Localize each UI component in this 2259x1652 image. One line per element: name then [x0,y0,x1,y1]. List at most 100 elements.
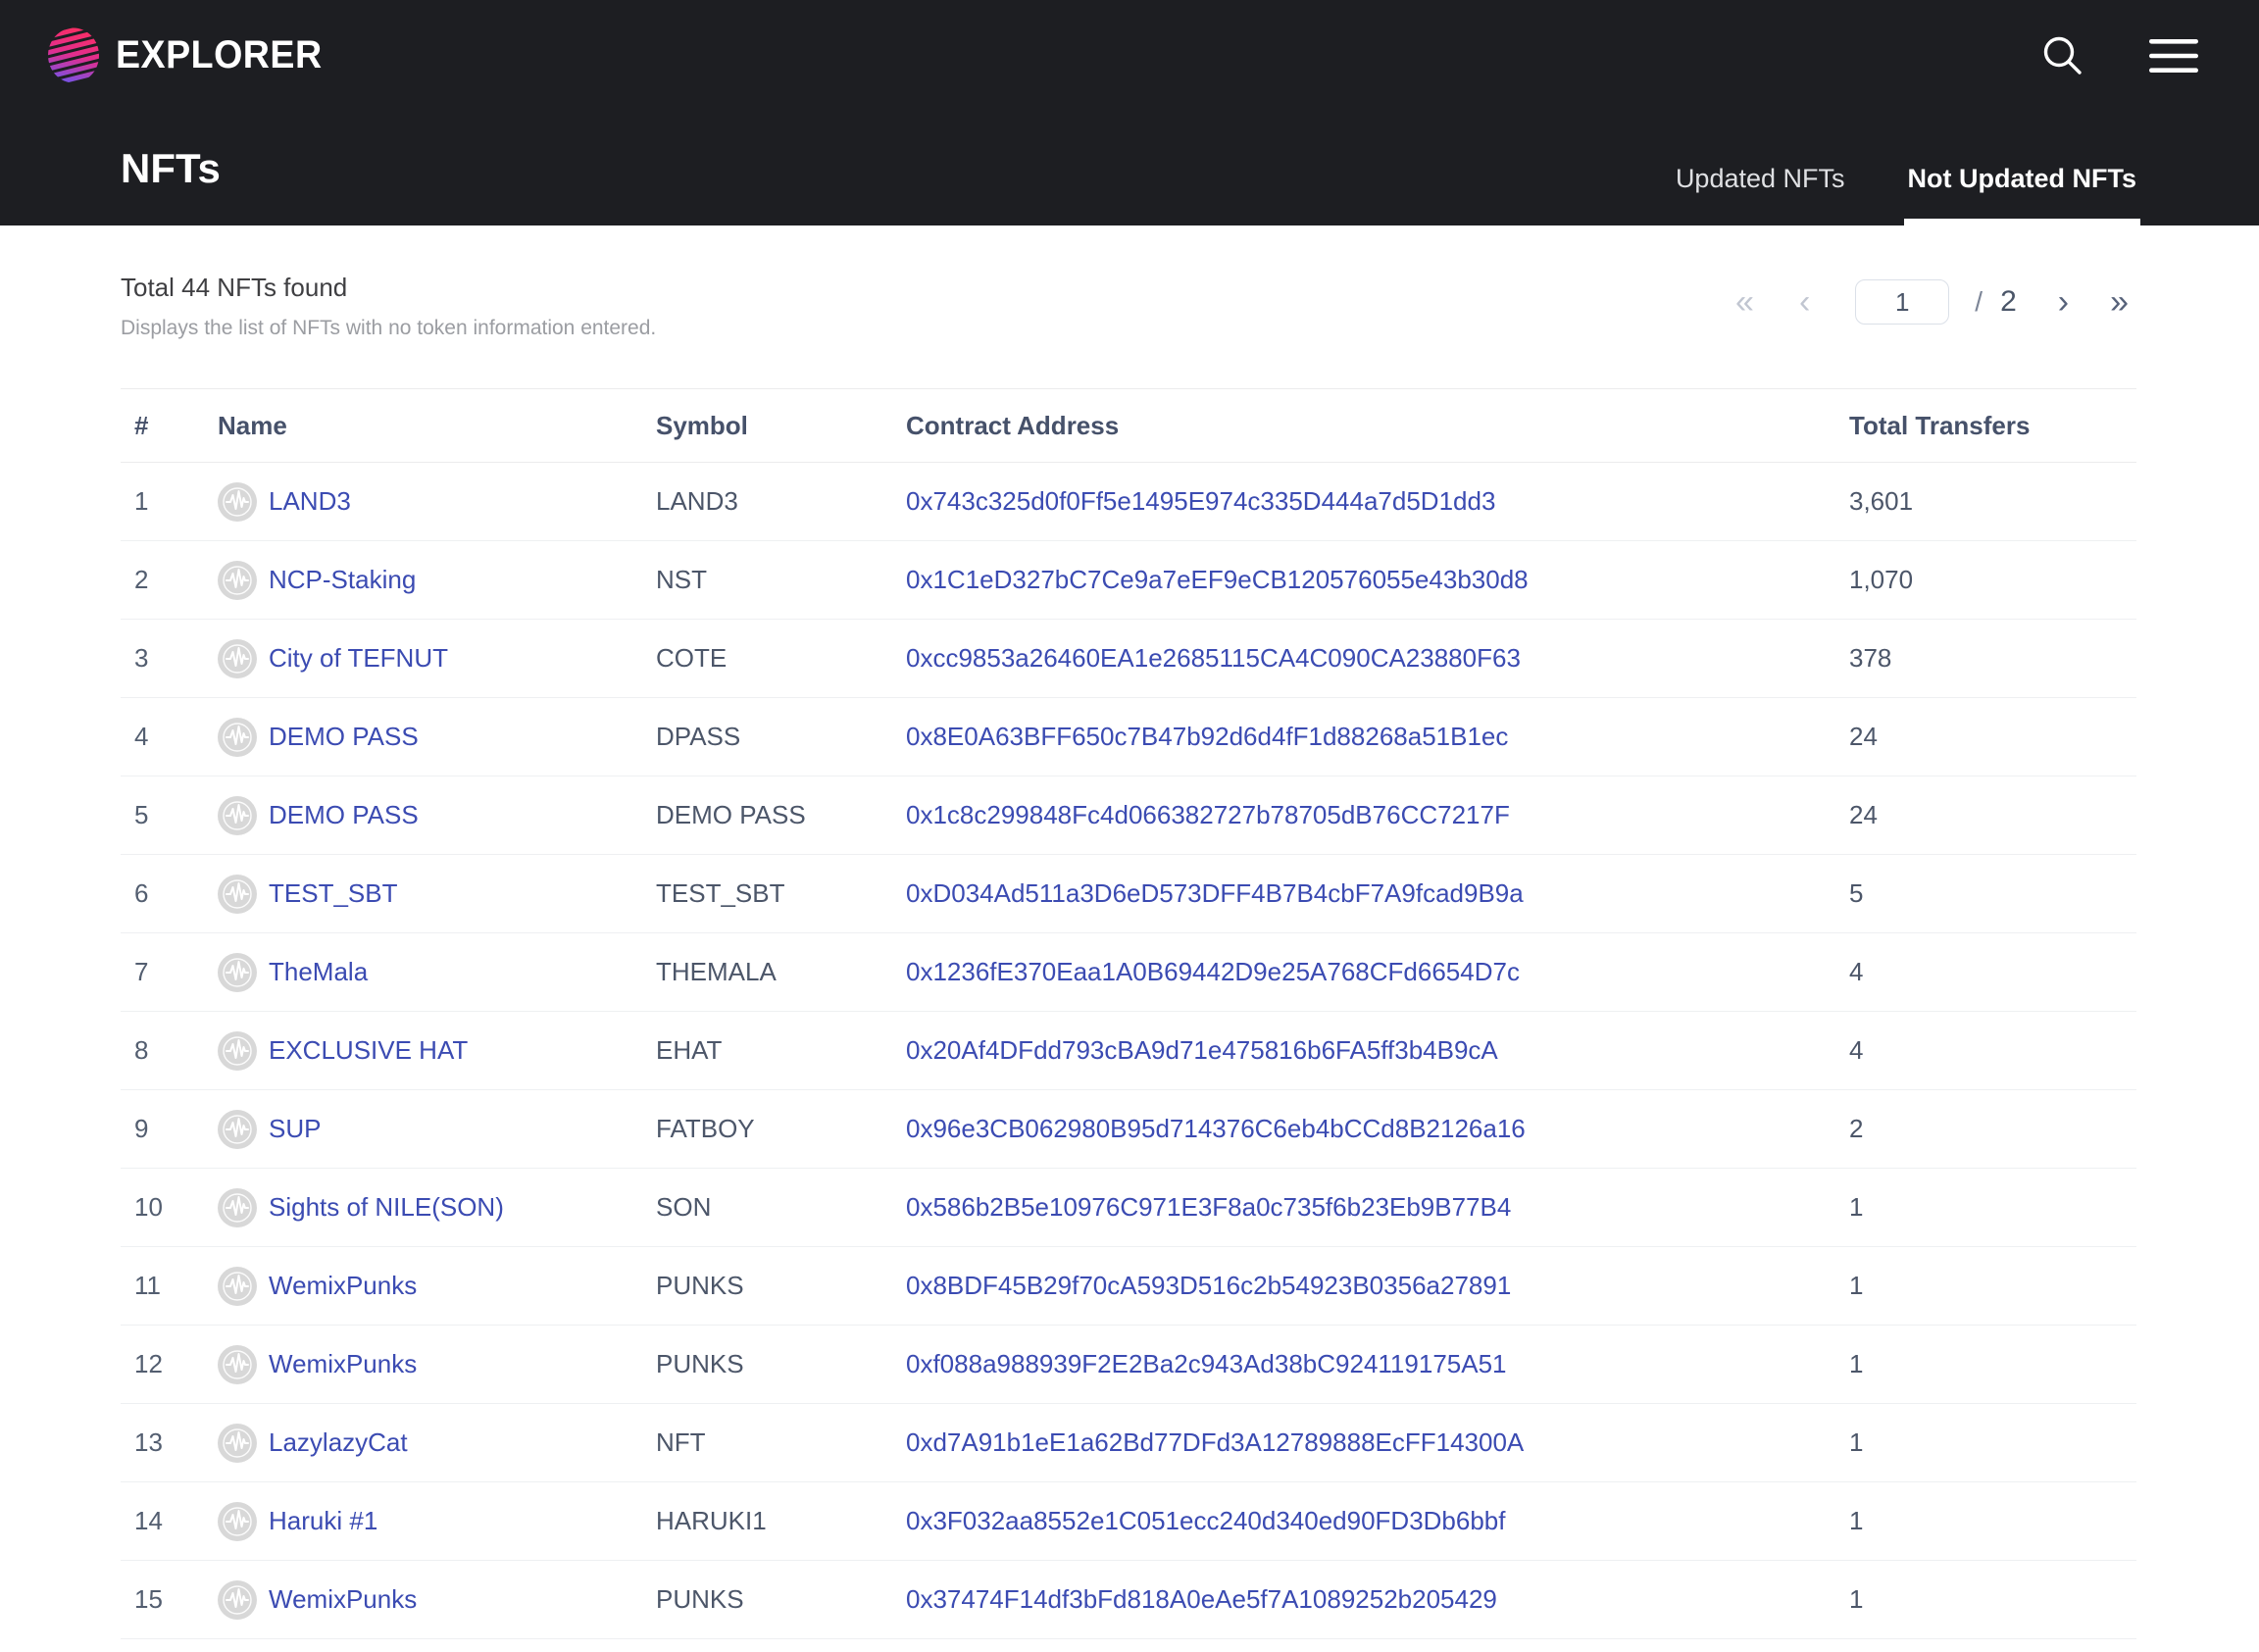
nft-placeholder-icon [218,1580,257,1620]
tab-not-updated-nfts[interactable]: Not Updated NFTs [1908,131,2136,225]
row-index: 11 [121,1271,218,1301]
name-cell: Sights of NILE(SON) [218,1188,656,1227]
contract-address-link[interactable]: 0x37474F14df3bFd818A0eAe5f7A1089252b2054… [906,1584,1497,1614]
name-cell: TEST_SBT [218,875,656,914]
nft-name-link[interactable]: Sights of NILE(SON) [269,1192,504,1223]
search-button[interactable] [2039,32,2086,79]
table-row: 13 LazylazyCat NFT 0xd7A91b1eE1a62Bd77DF… [121,1404,2136,1482]
nft-name-link[interactable]: LazylazyCat [269,1427,408,1458]
contract-address-link[interactable]: 0x96e3CB062980B95d714376C6eb4bCCd8B2126a… [906,1114,1526,1143]
page-separator: / [1975,286,1983,318]
row-index: 4 [121,722,218,752]
nft-name-link[interactable]: WemixPunks [269,1349,417,1379]
symbol-cell: DEMO PASS [656,800,906,830]
nft-name-link[interactable]: SUP [269,1114,321,1144]
total-transfers-cell: 1 [1849,1271,2136,1301]
nft-placeholder-icon [218,796,257,835]
column-header-total-transfers: Total Transfers [1849,411,2136,441]
nft-table: # Name Symbol Contract Address Total Tra… [121,388,2136,1639]
symbol-cell: NFT [656,1427,906,1458]
previous-page-button[interactable]: ‹ [1791,285,1818,319]
nft-name-link[interactable]: EXCLUSIVE HAT [269,1035,468,1066]
total-transfers-cell: 24 [1849,800,2136,830]
nft-name-link[interactable]: Haruki #1 [269,1506,377,1536]
name-cell: LazylazyCat [218,1424,656,1463]
contract-address-link[interactable]: 0x1C1eD327bC7Ce9a7eEF9eCB120576055e43b30… [906,565,1529,594]
name-cell: WemixPunks [218,1580,656,1620]
first-page-button[interactable]: « [1728,285,1762,319]
results-count: Total 44 NFTs found [121,273,656,303]
total-transfers-cell: 1 [1849,1506,2136,1536]
total-transfers-cell: 5 [1849,878,2136,909]
contract-address-link[interactable]: 0x1c8c299848Fc4d066382727b78705dB76CC721… [906,800,1510,829]
symbol-cell: LAND3 [656,486,906,517]
name-cell: TheMala [218,953,656,992]
nft-name-link[interactable]: LAND3 [269,486,351,517]
menu-button[interactable] [2149,39,2198,73]
last-page-button[interactable]: » [2102,285,2136,319]
contract-address-link[interactable]: 0xf088a988939F2E2Ba2c943Ad38bC924119175A… [906,1349,1507,1378]
contract-address-link[interactable]: 0x743c325d0f0Ff5e1495E974c335D444a7d5D1d… [906,486,1495,516]
nft-placeholder-icon [218,1267,257,1306]
total-transfers-cell: 4 [1849,1035,2136,1066]
hamburger-menu-icon [2149,39,2198,73]
row-index: 7 [121,957,218,987]
total-transfers-cell: 1 [1849,1427,2136,1458]
contract-address-link[interactable]: 0x8BDF45B29f70cA593D516c2b54923B0356a278… [906,1271,1511,1300]
name-cell: SUP [218,1110,656,1149]
table-header-row: # Name Symbol Contract Address Total Tra… [121,388,2136,463]
contract-address-link[interactable]: 0x8E0A63BFF650c7B47b92d6d4fF1d88268a51B1… [906,722,1508,751]
row-index: 12 [121,1349,218,1379]
nft-name-link[interactable]: TEST_SBT [269,878,397,909]
row-index: 14 [121,1506,218,1536]
table-row: 4 DEMO PASS DPASS 0x8E0A63BFF650c7B47b92… [121,698,2136,776]
nft-name-link[interactable]: NCP-Staking [269,565,416,595]
symbol-cell: PUNKS [656,1271,906,1301]
contract-address-link[interactable]: 0x1236fE370Eaa1A0B69442D9e25A768CFd6654D… [906,957,1520,986]
total-transfers-cell: 4 [1849,957,2136,987]
row-index: 1 [121,486,218,517]
table-row: 8 EXCLUSIVE HAT EHAT 0x20Af4DFdd793cBA9d… [121,1012,2136,1090]
total-transfers-cell: 2 [1849,1114,2136,1144]
row-index: 13 [121,1427,218,1458]
next-page-button[interactable]: › [2050,285,2077,319]
total-transfers-cell: 1,070 [1849,565,2136,595]
table-row: 12 WemixPunks PUNKS 0xf088a988939F2E2Ba2… [121,1326,2136,1404]
nft-name-link[interactable]: WemixPunks [269,1271,417,1301]
row-index: 5 [121,800,218,830]
total-transfers-cell: 3,601 [1849,486,2136,517]
nft-name-link[interactable]: WemixPunks [269,1584,417,1615]
table-body: 1 LAND3 LAND3 0x743c325d0f0Ff5e1495E974c… [121,463,2136,1639]
tab-updated-nfts[interactable]: Updated NFTs [1676,131,1845,225]
nft-name-link[interactable]: DEMO PASS [269,722,419,752]
symbol-cell: COTE [656,643,906,674]
column-header-index: # [121,411,218,441]
table-row: 11 WemixPunks PUNKS 0x8BDF45B29f70cA593D… [121,1247,2136,1326]
contract-address-link[interactable]: 0xcc9853a26460EA1e2685115CA4C090CA23880F… [906,643,1521,673]
contract-address-link[interactable]: 0xD034Ad511a3D6eD573DFF4B7B4cbF7A9fcad9B… [906,878,1524,908]
nft-name-link[interactable]: DEMO PASS [269,800,419,830]
nft-placeholder-icon [218,1188,257,1227]
total-transfers-cell: 378 [1849,643,2136,674]
contract-address-link[interactable]: 0x586b2B5e10976C971E3F8a0c735f6b23Eb9B77… [906,1192,1511,1222]
nft-placeholder-icon [218,718,257,757]
nft-name-link[interactable]: City of TEFNUT [269,643,448,674]
total-transfers-cell: 1 [1849,1349,2136,1379]
contract-address-link[interactable]: 0xd7A91b1eE1a62Bd77DFd3A12789888EcFF1430… [906,1427,1524,1457]
table-row: 3 City of TEFNUT COTE 0xcc9853a26460EA1e… [121,620,2136,698]
table-row: 6 TEST_SBT TEST_SBT 0xD034Ad511a3D6eD573… [121,855,2136,933]
table-row: 9 SUP FATBOY 0x96e3CB062980B95d714376C6e… [121,1090,2136,1169]
name-cell: WemixPunks [218,1345,656,1384]
name-cell: DEMO PASS [218,718,656,757]
nft-placeholder-icon [218,1345,257,1384]
row-index: 6 [121,878,218,909]
total-transfers-cell: 1 [1849,1192,2136,1223]
contract-address-link[interactable]: 0x20Af4DFdd793cBA9d71e475816b6FA5ff3b4B9… [906,1035,1498,1065]
contract-address-link[interactable]: 0x3F032aa8552e1C051ecc240d340ed90FD3Db6b… [906,1506,1506,1535]
page-number-input[interactable] [1855,279,1949,325]
nft-name-link[interactable]: TheMala [269,957,368,987]
symbol-cell: PUNKS [656,1584,906,1615]
results-summary: Total 44 NFTs found Displays the list of… [121,273,656,340]
results-description: Displays the list of NFTs with no token … [121,317,656,340]
brand[interactable]: EXPLORER [47,27,335,83]
